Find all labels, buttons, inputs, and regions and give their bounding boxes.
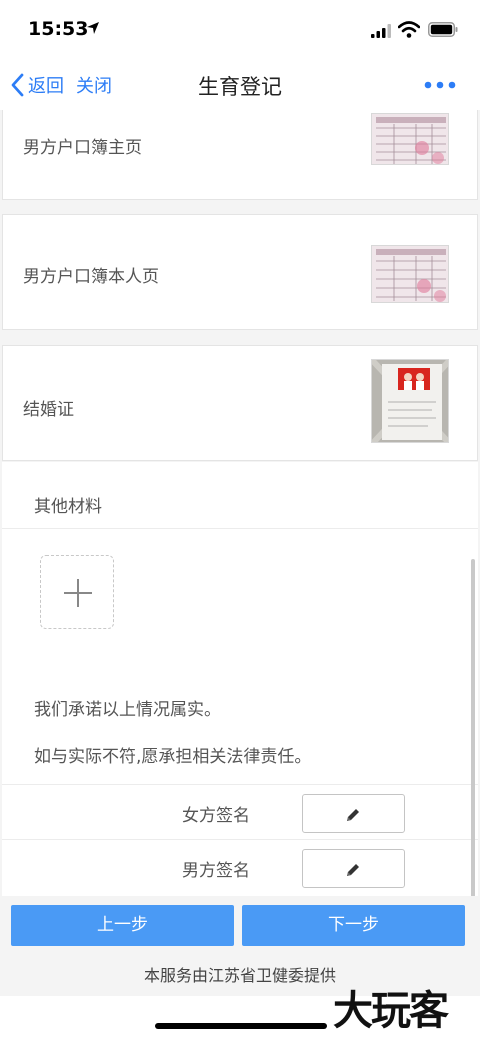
divider	[2, 528, 478, 529]
promise-line-1: 我们承诺以上情况属实。	[34, 700, 221, 720]
document-card-marriage-certificate: 结婚证	[2, 345, 478, 461]
back-button[interactable]: 返回	[28, 72, 64, 98]
cellular-signal-icon	[371, 24, 391, 38]
male-signature-button[interactable]	[302, 849, 405, 888]
document-label: 男方户口簿主页	[23, 138, 142, 158]
status-time: 15:53	[28, 18, 89, 40]
battery-icon	[428, 22, 458, 37]
male-signature-label: 男方签名	[182, 861, 250, 881]
divider	[2, 839, 478, 840]
promise-line-2: 如与实际不符,愿承担相关法律责任。	[34, 747, 312, 767]
household-register-thumbnail[interactable]	[371, 113, 449, 165]
more-options-icon[interactable]	[424, 78, 456, 92]
status-bar: 15:53	[0, 0, 480, 60]
wifi-icon	[398, 21, 420, 38]
document-card-male-household-personal: 男方户口簿本人页	[2, 214, 478, 330]
household-register-thumbnail[interactable]	[371, 245, 449, 303]
location-arrow-icon	[87, 22, 99, 34]
scrollbar[interactable]	[471, 559, 475, 904]
form-content[interactable]: 男方户口簿主页 男方户口簿本人页 结婚证 其他材料 我们承诺以上情况属实。 如与…	[0, 110, 480, 910]
watermark: 大玩客	[333, 987, 449, 1034]
add-material-button[interactable]	[40, 555, 114, 629]
next-step-button[interactable]: 下一步	[242, 905, 465, 946]
close-button[interactable]: 关闭	[76, 72, 112, 98]
female-signature-label: 女方签名	[182, 806, 250, 826]
previous-step-button[interactable]: 上一步	[11, 905, 234, 946]
home-indicator[interactable]	[155, 1023, 327, 1029]
pencil-icon	[347, 809, 359, 821]
female-signature-button[interactable]	[302, 794, 405, 833]
other-materials-title: 其他材料	[34, 497, 102, 517]
document-label: 男方户口簿本人页	[23, 267, 159, 287]
back-chevron-icon[interactable]	[10, 73, 24, 97]
document-card-male-household-main: 男方户口簿主页	[2, 110, 478, 200]
marriage-certificate-thumbnail[interactable]	[371, 359, 449, 443]
pencil-icon	[347, 864, 359, 876]
document-label: 结婚证	[23, 400, 74, 420]
page-title: 生育登记	[198, 75, 282, 99]
nav-bar: 返回 关闭 生育登记	[0, 60, 480, 110]
